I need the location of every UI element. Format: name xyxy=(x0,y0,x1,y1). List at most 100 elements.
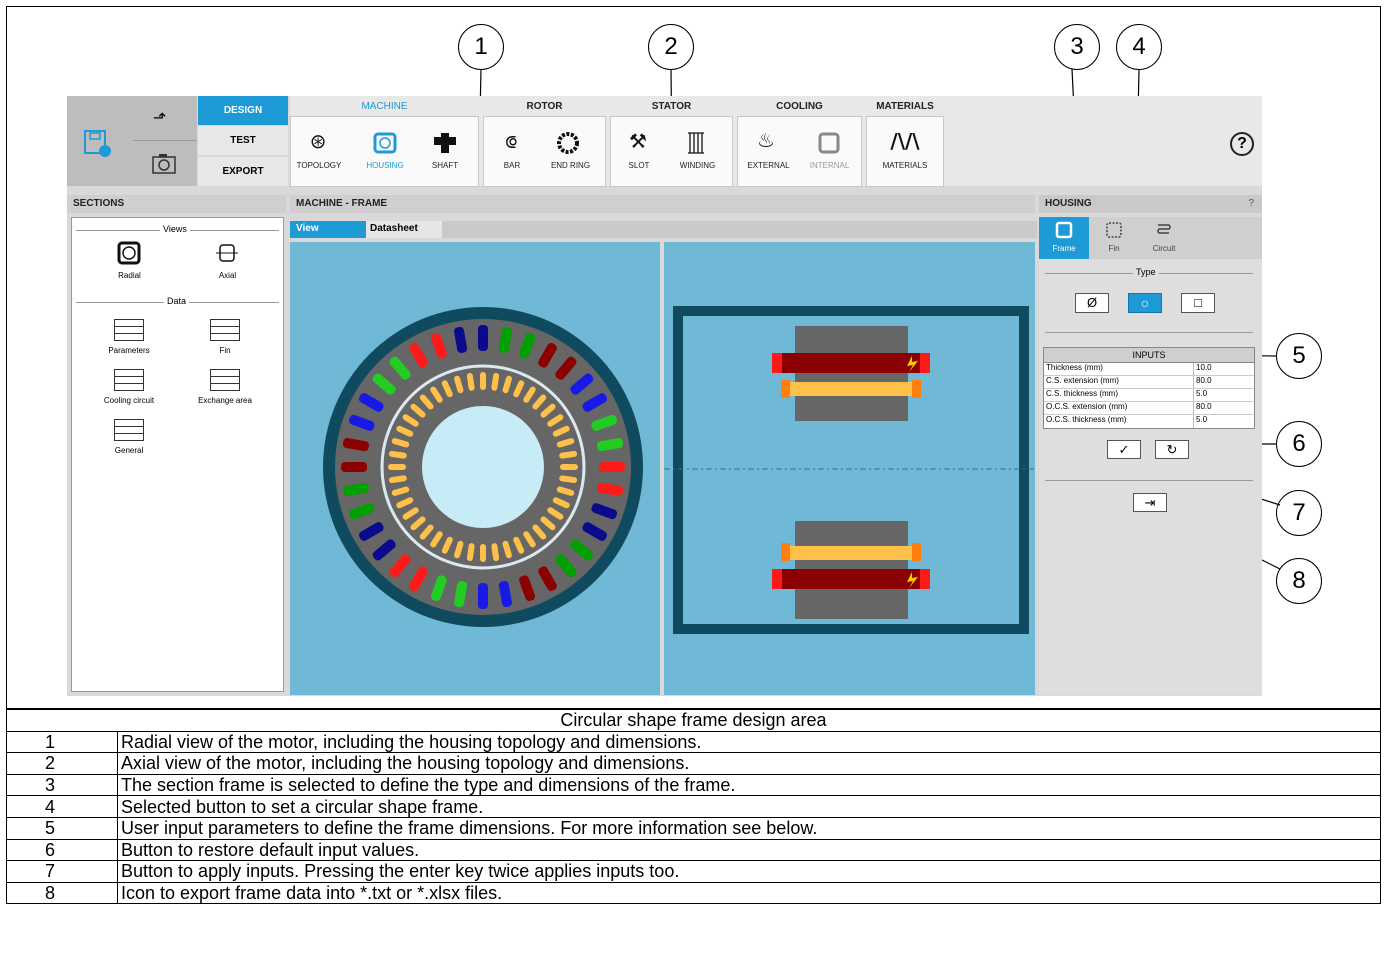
input-value[interactable]: 80.0 xyxy=(1194,402,1212,414)
parameters-table-icon[interactable] xyxy=(114,319,144,341)
type-none-button[interactable]: Ø xyxy=(1075,293,1109,313)
type-square-button[interactable]: □ xyxy=(1181,293,1215,313)
materials-icon[interactable]: /\/\ xyxy=(890,129,920,153)
axial-view[interactable] xyxy=(664,242,1035,695)
winding-label[interactable]: WINDING xyxy=(670,161,725,170)
radial-label[interactable]: Radial xyxy=(102,271,157,280)
parameters-label[interactable]: Parameters xyxy=(94,346,164,355)
input-row-ocs-thickness[interactable]: O.C.S. thickness (mm) 5.0 xyxy=(1044,415,1254,428)
housing-help-icon[interactable]: ? xyxy=(1248,198,1254,209)
rotor-bar xyxy=(560,464,578,470)
export-button[interactable]: ⇥ xyxy=(1133,493,1167,512)
callout-4: 4 xyxy=(1116,24,1162,70)
views-label: Views xyxy=(160,224,190,234)
input-value[interactable]: 5.0 xyxy=(1194,389,1207,401)
screenshot-button[interactable] xyxy=(133,141,197,186)
cooling-circuit-table-icon[interactable] xyxy=(114,369,144,391)
undo-button[interactable]: ⬏ xyxy=(133,96,197,141)
bar-label[interactable]: BAR xyxy=(487,161,537,170)
exchange-area-table-icon[interactable] xyxy=(210,369,240,391)
reset-button[interactable]: ↻ xyxy=(1155,440,1189,459)
app-window: ⬏ DESIGN TEST EXPORT MACHINE ⊛ TOPOLOGY … xyxy=(67,96,1262,696)
internal-cooling-icon[interactable] xyxy=(817,131,841,155)
external-cooling-icon[interactable]: ♨ xyxy=(751,128,781,152)
tab-frame[interactable]: Frame xyxy=(1039,217,1089,259)
materials-label[interactable]: MATERIALS xyxy=(870,161,940,170)
tab-view[interactable]: View xyxy=(290,221,366,238)
external-label[interactable]: EXTERNAL xyxy=(741,161,796,170)
tab-fin-label: Fin xyxy=(1108,244,1120,253)
tab-datasheet[interactable]: Datasheet xyxy=(366,221,442,238)
internal-label[interactable]: INTERNAL xyxy=(802,161,857,170)
legend-title: Circular shape frame design area xyxy=(6,709,1381,732)
input-row-thickness[interactable]: Thickness (mm) 10.0 xyxy=(1044,363,1254,376)
shaft-label[interactable]: SHAFT xyxy=(420,161,470,170)
axial-view-icon[interactable] xyxy=(214,240,240,266)
radial-view-icon[interactable] xyxy=(116,240,142,266)
legend-num: 6 xyxy=(6,838,118,862)
legend-num: 1 xyxy=(6,730,118,754)
group-title-materials: MATERIALS xyxy=(876,101,934,112)
input-row-cs-thickness[interactable]: C.S. thickness (mm) 5.0 xyxy=(1044,389,1254,402)
stator-slot xyxy=(478,325,488,351)
tab-fin[interactable]: Fin xyxy=(1089,217,1139,259)
callout-7: 7 xyxy=(1276,490,1322,536)
menu-export[interactable]: EXPORT xyxy=(198,157,288,186)
tab-strip-filler xyxy=(442,221,1037,238)
axial-label[interactable]: Axial xyxy=(200,271,255,280)
callout-1: 1 xyxy=(458,24,504,70)
general-table-icon[interactable] xyxy=(114,419,144,441)
inputs-title: INPUTS xyxy=(1044,348,1254,363)
fin-table-icon[interactable] xyxy=(210,319,240,341)
save-project-icon[interactable] xyxy=(82,129,116,159)
fin-label[interactable]: Fin xyxy=(190,346,260,355)
rotor-bar-top xyxy=(788,382,915,396)
input-row-ocs-extension[interactable]: O.C.S. extension (mm) 80.0 xyxy=(1044,402,1254,415)
cooling-circuit-label[interactable]: Cooling circuit xyxy=(84,396,174,405)
winding-top xyxy=(777,353,925,373)
export-divider xyxy=(1045,480,1253,481)
slot-label[interactable]: SLOT xyxy=(614,161,664,170)
menu-test[interactable]: TEST xyxy=(198,126,288,155)
rotor-bar xyxy=(480,544,486,562)
legend-num: 2 xyxy=(6,752,118,775)
tab-circuit[interactable]: Circuit xyxy=(1139,217,1189,259)
toolbar-group-stator: STATOR ⚒ SLOT WINDING xyxy=(610,99,733,187)
bar-icon[interactable]: ⟃ xyxy=(496,129,526,153)
help-button[interactable]: ? xyxy=(1230,132,1254,156)
legend-row: 6 Button to restore default input values. xyxy=(6,838,1381,862)
end-ring-label[interactable]: END RING xyxy=(543,161,598,170)
menu-design[interactable]: DESIGN xyxy=(198,96,288,125)
housing-icon[interactable] xyxy=(372,131,398,155)
topology-label[interactable]: TOPOLOGY xyxy=(294,161,344,170)
type-circle-button[interactable]: ○ xyxy=(1128,293,1162,313)
data-label: Data xyxy=(164,296,190,306)
sections-panel: Views Radial Axial Data Parameters Fin C… xyxy=(71,217,284,692)
input-value[interactable]: 5.0 xyxy=(1194,415,1207,428)
exchange-area-label[interactable]: Exchange area xyxy=(180,396,270,405)
apply-button[interactable]: ✓ xyxy=(1107,440,1141,459)
input-row-cs-extension[interactable]: C.S. extension (mm) 80.0 xyxy=(1044,376,1254,389)
group-title-cooling: COOLING xyxy=(776,101,823,112)
legend-text: The section frame is selected to define … xyxy=(117,773,1381,797)
end-ring-icon[interactable] xyxy=(556,131,580,155)
housing-label[interactable]: HOUSING xyxy=(360,161,410,170)
slot-icon[interactable]: ⚒ xyxy=(623,129,653,153)
input-value[interactable]: 80.0 xyxy=(1194,376,1212,388)
legend-row: 2 Axial view of the motor, including the … xyxy=(6,752,1381,775)
tab-circuit-label: Circuit xyxy=(1152,244,1176,253)
group-title-machine: MACHINE xyxy=(361,101,408,112)
stator-slot xyxy=(478,583,488,609)
input-value[interactable]: 10.0 xyxy=(1194,363,1212,375)
shaft-icon[interactable] xyxy=(432,131,458,155)
stator-slot xyxy=(599,462,625,472)
radial-view[interactable] xyxy=(290,242,660,695)
frame-icon xyxy=(1055,221,1073,239)
topology-icon[interactable]: ⊛ xyxy=(303,129,333,153)
general-label[interactable]: General xyxy=(94,446,164,455)
rotor-bar xyxy=(480,372,486,390)
callout-8: 8 xyxy=(1276,558,1322,604)
winding-icon[interactable] xyxy=(685,130,709,156)
legend-text: Button to restore default input values. xyxy=(117,838,1381,862)
toolbar-group-machine: MACHINE ⊛ TOPOLOGY HOUSING SHAFT xyxy=(290,99,479,187)
